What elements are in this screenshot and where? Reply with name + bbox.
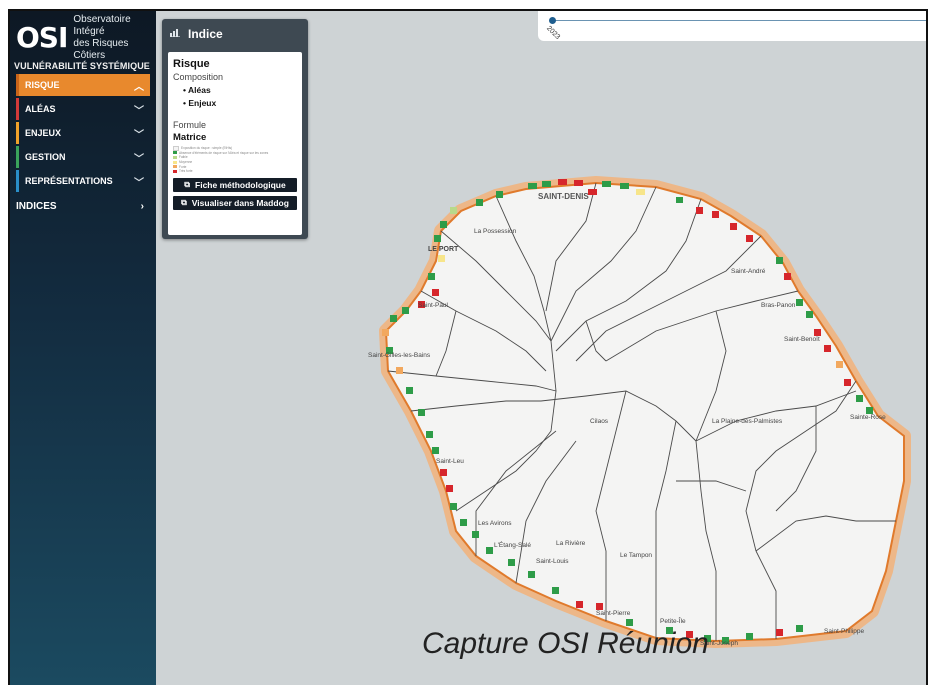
label-le-port: LE PORT bbox=[428, 246, 459, 253]
legend-text: Très forte bbox=[179, 169, 193, 174]
island-land bbox=[384, 181, 905, 643]
sidebar: OSI Observatoire Intégré des Risques Côt… bbox=[10, 11, 156, 685]
menu-item-aleas[interactable]: ALÉAS ﹀ bbox=[16, 98, 150, 120]
label-sainte-rose: Sainte-Rose bbox=[850, 414, 886, 421]
menu-item-gestion[interactable]: GESTION ﹀ bbox=[16, 146, 150, 168]
timeline-track[interactable] bbox=[552, 20, 926, 21]
menu-color-bar bbox=[16, 122, 19, 144]
legend-swatch bbox=[173, 151, 177, 155]
chevron-right-icon: › bbox=[140, 201, 144, 212]
logo-line2: des Risques Côtiers bbox=[73, 38, 129, 61]
menu-item-risque[interactable]: RISQUE ︿ bbox=[16, 74, 150, 96]
legend-text: Absence d'éléments de risque sur l'Aléa … bbox=[179, 150, 269, 155]
legend-text: Forte bbox=[179, 164, 187, 169]
section-title: VULNÉRABILITÉ SYSTÉMIQUE bbox=[14, 61, 150, 71]
label-cilaos: Cilaos bbox=[590, 418, 609, 425]
logo-mark: OSI bbox=[16, 21, 68, 54]
menu-color-bar bbox=[16, 146, 19, 168]
label-saint-andre: Saint-André bbox=[731, 268, 766, 275]
label-petite-ile: Petite-Île bbox=[660, 616, 686, 625]
matrice-label: Matrice bbox=[173, 132, 207, 143]
composition-label: Composition bbox=[173, 72, 224, 82]
label-saint-louis: Saint-Louis bbox=[536, 558, 569, 565]
sidebar-menu: RISQUE ︿ ALÉAS ﹀ ENJEUX ﹀ GESTION ﹀ REPR… bbox=[16, 74, 150, 194]
composition-item: Enjeux bbox=[183, 97, 297, 110]
legend-text: Exposition du risque : simple (EtHis) bbox=[181, 146, 233, 151]
label-saint-leu: Saint-Leu bbox=[436, 458, 464, 465]
menu-label: RISQUE bbox=[25, 80, 60, 90]
legend-swatch bbox=[173, 155, 177, 159]
panel-title: Indice bbox=[188, 27, 223, 41]
label-bras-panon: Bras-Panon bbox=[761, 302, 796, 309]
menu-item-representations[interactable]: REPRÉSENTATIONS ﹀ bbox=[16, 170, 150, 192]
label-plaine-palmistes: La Plaine-des-Palmistes bbox=[712, 418, 783, 425]
indice-panel: Indice Risque Composition Aléas Enjeux F… bbox=[162, 19, 308, 239]
btn-label: Fiche méthodologique bbox=[195, 179, 286, 190]
chevron-up-icon: ︿ bbox=[134, 81, 144, 93]
menu-label: ENJEUX bbox=[25, 128, 62, 138]
legend-swatch bbox=[173, 165, 177, 169]
indice-title: Risque bbox=[173, 58, 210, 70]
legend-text: Faible bbox=[179, 155, 188, 160]
menu-item-indices[interactable]: INDICES › bbox=[16, 201, 150, 212]
label-le-tampon: Le Tampon bbox=[620, 552, 652, 559]
caption: Capture OSI Réunion bbox=[422, 627, 709, 660]
timeline-year: 2023 bbox=[545, 25, 562, 41]
label-etang-sale: L'Étang-Salé bbox=[494, 540, 531, 549]
menu-color-bar bbox=[16, 74, 19, 96]
chevron-down-icon: ﹀ bbox=[134, 105, 144, 117]
timeline: 2023 bbox=[538, 11, 926, 41]
label-saint-philippe: Saint-Philippe bbox=[824, 628, 864, 635]
legend-row: Très forte bbox=[173, 169, 297, 174]
formule-label: Formule bbox=[173, 120, 207, 130]
menu-color-bar bbox=[16, 98, 19, 120]
legend-swatch bbox=[173, 160, 177, 164]
label-la-possession: La Possession bbox=[474, 228, 517, 235]
label-saint-gilles: Saint-Gilles-les-Bains bbox=[368, 352, 431, 359]
label-saint-denis: SAINT-DENIS bbox=[538, 192, 589, 201]
visualiser-maddog-button[interactable]: ⧉ Visualiser dans Maddog bbox=[173, 195, 297, 210]
label-saint-benoit: Saint-Benoît bbox=[784, 336, 820, 343]
label-saint-pierre: Saint-Pierre bbox=[596, 610, 631, 617]
label-la-riviere: La Rivière bbox=[556, 540, 586, 547]
legend-swatch bbox=[173, 169, 177, 173]
logo-text: Observatoire Intégré des Risques Côtiers bbox=[73, 14, 156, 62]
chevron-down-icon: ﹀ bbox=[134, 177, 144, 189]
panel-body: Risque Composition Aléas Enjeux Formule … bbox=[168, 52, 302, 235]
label-les-avirons: Les Avirons bbox=[478, 520, 512, 527]
screen-frame: SAINT-DENIS La Possession LE PORT Saint-… bbox=[8, 9, 928, 685]
composition-list: Aléas Enjeux bbox=[183, 84, 297, 110]
matrix-legend: Exposition du risque : simple (EtHis) Ab… bbox=[173, 145, 297, 174]
composition-item: Aléas bbox=[183, 84, 297, 97]
external-link-icon: ⧉ bbox=[181, 197, 187, 207]
chevron-down-icon: ﹀ bbox=[134, 129, 144, 141]
menu-label: GESTION bbox=[25, 152, 66, 162]
fiche-methodologique-button[interactable]: ⧉ Fiche méthodologique bbox=[173, 177, 297, 192]
external-link-icon: ⧉ bbox=[184, 179, 191, 189]
logo: OSI Observatoire Intégré des Risques Côt… bbox=[16, 14, 156, 61]
menu-label: ALÉAS bbox=[25, 104, 56, 114]
legend-text: Moyenne bbox=[179, 160, 193, 165]
logo-line1: Observatoire Intégré bbox=[73, 14, 131, 37]
timeline-handle[interactable] bbox=[549, 17, 556, 24]
btn-label: Visualiser dans Maddog bbox=[191, 197, 289, 208]
bar-chart-icon bbox=[170, 29, 180, 39]
menu-color-bar bbox=[16, 170, 19, 192]
menu-item-enjeux[interactable]: ENJEUX ﹀ bbox=[16, 122, 150, 144]
menu-label: REPRÉSENTATIONS bbox=[25, 176, 113, 186]
label-saint-paul: Saint-Paul bbox=[418, 302, 449, 309]
chevron-down-icon: ﹀ bbox=[134, 153, 144, 165]
panel-header: Indice bbox=[162, 19, 308, 49]
indices-label: INDICES bbox=[16, 201, 57, 212]
